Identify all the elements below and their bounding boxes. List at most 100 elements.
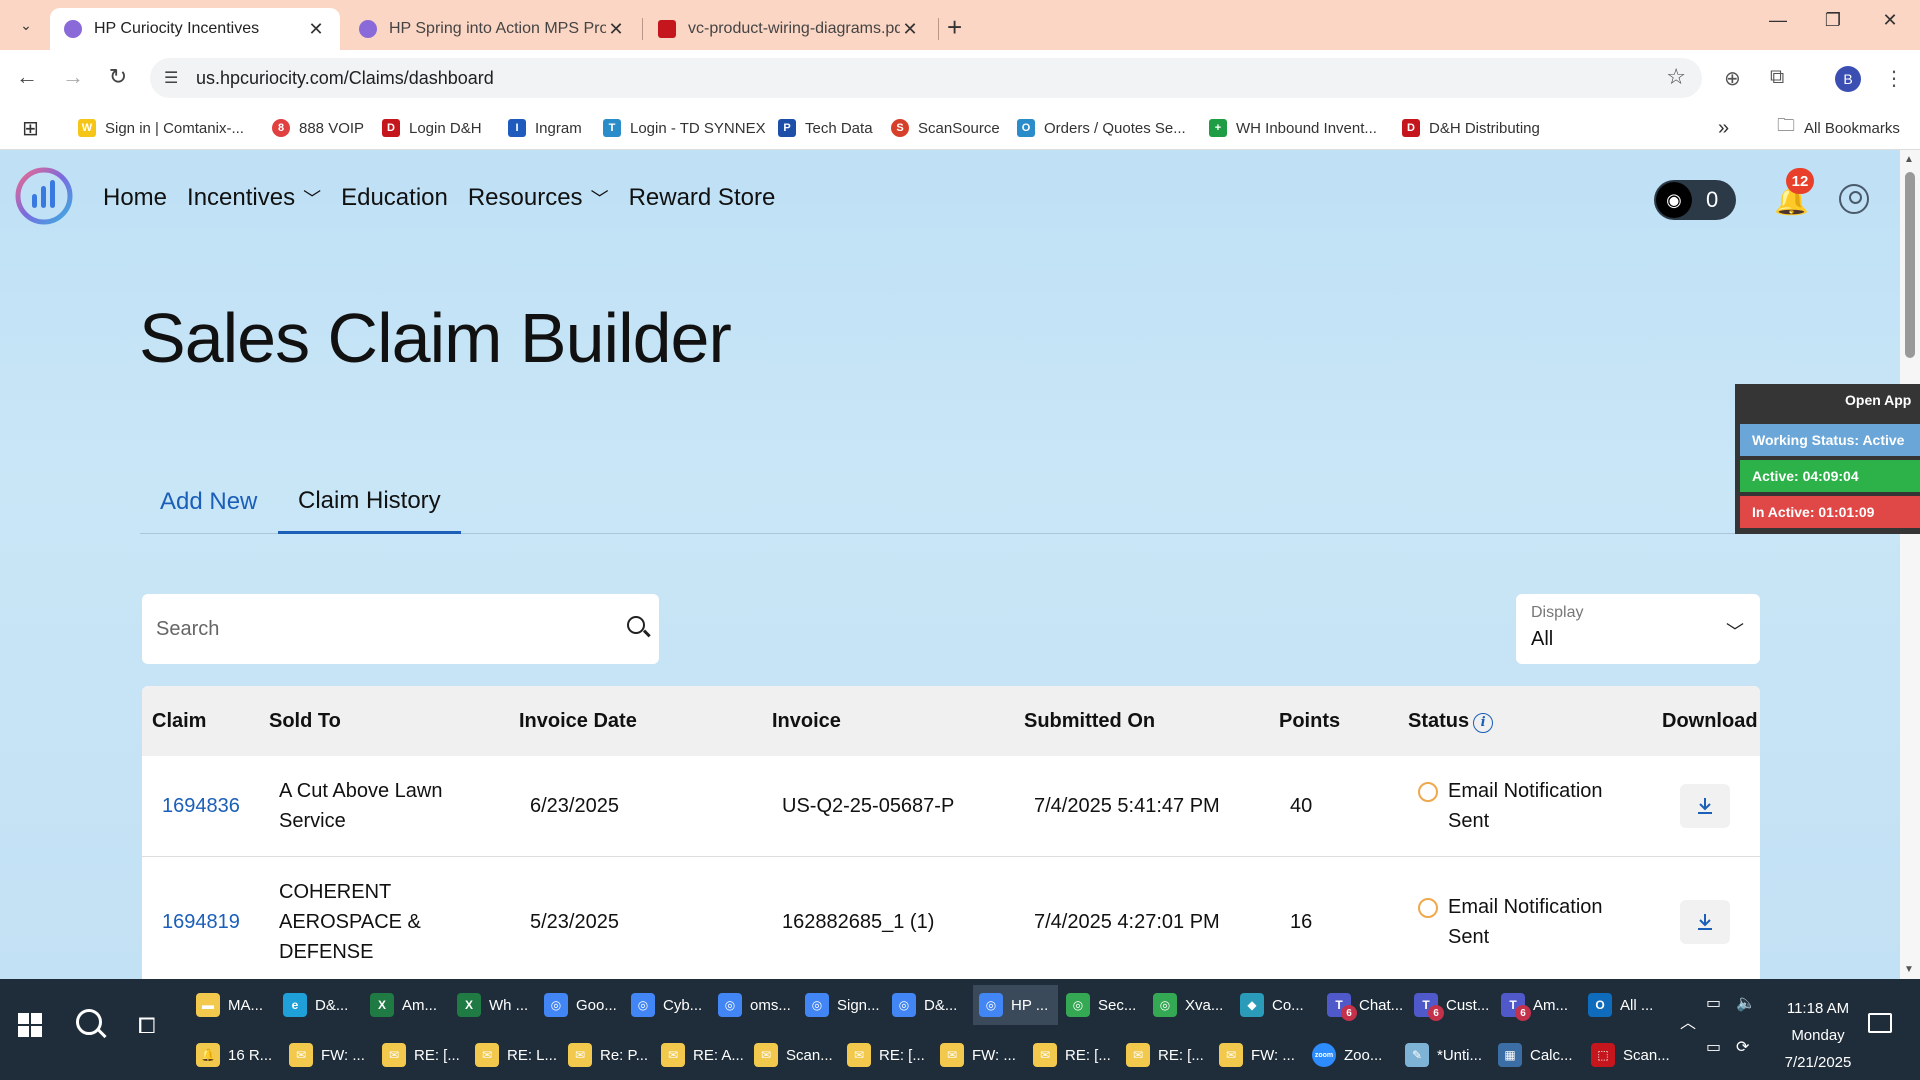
- system-clock[interactable]: 11:18 AM Monday 7/21/2025: [1776, 995, 1860, 1076]
- scroll-up-icon[interactable]: ▲: [1904, 154, 1914, 165]
- extensions-icon[interactable]: ⧉: [1770, 66, 1784, 89]
- restore-icon[interactable]: ❐: [1813, 10, 1853, 31]
- taskbar-app-button[interactable]: O All ...: [1582, 985, 1667, 1025]
- close-tab-icon[interactable]: ✕: [306, 19, 326, 40]
- site-info-icon[interactable]: ☰: [164, 68, 178, 88]
- battery-icon[interactable]: ▭: [1706, 993, 1721, 1013]
- menu-kebab-icon[interactable]: ⋮: [1884, 66, 1904, 91]
- browser-tab[interactable]: vc-product-wiring-diagrams.pd ✕: [644, 8, 934, 50]
- nav-home[interactable]: Home: [103, 184, 167, 212]
- taskbar-app-button[interactable]: ◎ Sign...: [799, 985, 884, 1025]
- browser-tab[interactable]: HP Spring into Action MPS Pro ✕: [345, 8, 640, 50]
- taskbar-app-button[interactable]: ✉ RE: [...: [376, 1035, 467, 1075]
- taskbar-app-button[interactable]: ✉ RE: [...: [1027, 1035, 1118, 1075]
- nav-resources[interactable]: Resources ﹀: [468, 184, 609, 212]
- taskbar-search-icon[interactable]: [76, 1009, 102, 1035]
- taskbar-app-button[interactable]: X Am...: [364, 985, 449, 1025]
- taskbar-app-button[interactable]: ◎ Sec...: [1060, 985, 1145, 1025]
- user-account-icon[interactable]: [1839, 184, 1869, 214]
- nav-education[interactable]: Education: [341, 184, 448, 212]
- tab-claim-history[interactable]: Claim History: [278, 470, 461, 534]
- taskbar-app-button[interactable]: ✉ RE: L...: [469, 1035, 560, 1075]
- bookmark-item[interactable]: I Ingram: [508, 116, 582, 140]
- points-balance[interactable]: ◉ 0: [1654, 180, 1736, 220]
- bookmark-item[interactable]: D Login D&H: [382, 116, 482, 140]
- sync-icon[interactable]: ⟳: [1736, 1037, 1749, 1057]
- taskbar-app-button[interactable]: ◎ HP ...: [973, 985, 1058, 1025]
- close-tab-icon[interactable]: ✕: [606, 19, 626, 40]
- bookmark-item[interactable]: + WH Inbound Invent...: [1209, 116, 1377, 140]
- network-icon[interactable]: ▭: [1706, 1037, 1721, 1057]
- taskbar-app-button[interactable]: 🔔 16 R...: [190, 1035, 281, 1075]
- taskbar-app-button[interactable]: ◎ Goo...: [538, 985, 623, 1025]
- taskbar-app-button[interactable]: ✉ RE: A...: [655, 1035, 746, 1075]
- taskbar-app-button[interactable]: ⬚ Scan...: [1585, 1035, 1676, 1075]
- url-text[interactable]: us.hpcuriocity.com/Claims/dashboard: [196, 68, 494, 89]
- taskbar-app-button[interactable]: X Wh ...: [451, 985, 536, 1025]
- bookmark-item[interactable]: S ScanSource: [891, 116, 1000, 140]
- taskbar-app-button[interactable]: ✉ FW: ...: [934, 1035, 1025, 1075]
- taskbar-app-button[interactable]: ◆ Co...: [1234, 985, 1319, 1025]
- taskbar-app-button[interactable]: ◎ Cyb...: [625, 985, 710, 1025]
- bookmark-item[interactable]: 8 888 VOIP: [272, 116, 364, 140]
- forward-icon[interactable]: →: [58, 64, 88, 90]
- download-button[interactable]: [1680, 900, 1730, 944]
- task-view-icon[interactable]: ⧠: [138, 1013, 156, 1039]
- taskbar-app-button[interactable]: ✎ *Unti...: [1399, 1035, 1490, 1075]
- info-icon[interactable]: i: [1473, 713, 1494, 733]
- bookmark-item[interactable]: D D&H Distributing: [1402, 116, 1540, 140]
- bookmark-item[interactable]: P Tech Data: [778, 116, 873, 140]
- taskbar-app-button[interactable]: ▬ MA...: [190, 985, 275, 1025]
- reload-icon[interactable]: ↻: [103, 64, 133, 90]
- volume-icon[interactable]: 🔈: [1736, 993, 1756, 1013]
- display-select[interactable]: Display All ﹀: [1516, 594, 1760, 664]
- close-tab-icon[interactable]: ✕: [900, 19, 920, 40]
- all-bookmarks-button[interactable]: 🗀 All Bookmarks: [1777, 115, 1900, 140]
- taskbar-app-button[interactable]: ▦ Calc...: [1492, 1035, 1583, 1075]
- download-button[interactable]: [1680, 784, 1730, 828]
- apps-grid-icon[interactable]: ⊞: [22, 116, 39, 140]
- windows-start-icon[interactable]: [18, 1013, 42, 1037]
- nav-reward-store[interactable]: Reward Store: [629, 184, 776, 212]
- taskbar-app-button[interactable]: e D&...: [277, 985, 362, 1025]
- taskbar-app-button[interactable]: ◎ oms...: [712, 985, 797, 1025]
- claim-link[interactable]: 1694819: [162, 907, 240, 937]
- action-center-icon[interactable]: [1868, 1013, 1892, 1033]
- open-app-button[interactable]: Open App: [1845, 392, 1911, 408]
- more-bookmarks-chevron-icon[interactable]: »: [1718, 116, 1729, 140]
- taskbar-app-button[interactable]: ◎ Xva...: [1147, 985, 1232, 1025]
- bookmark-star-icon[interactable]: ☆: [1666, 64, 1686, 90]
- taskbar-app-button[interactable]: ✉ RE: [...: [1120, 1035, 1211, 1075]
- taskbar-app-button[interactable]: T 6 Cust...: [1408, 985, 1493, 1025]
- bookmark-item[interactable]: O Orders / Quotes Se...: [1017, 116, 1186, 140]
- taskbar-app-button[interactable]: ✉ Scan...: [748, 1035, 839, 1075]
- scrollbar-thumb[interactable]: [1905, 172, 1915, 358]
- back-icon[interactable]: ←: [12, 64, 42, 90]
- minimize-icon[interactable]: —: [1758, 10, 1798, 31]
- window-close-icon[interactable]: ✕: [1870, 10, 1910, 31]
- taskbar-app-button[interactable]: ✉ FW: ...: [283, 1035, 374, 1075]
- nav-incentives[interactable]: Incentives ﹀: [187, 184, 321, 212]
- taskbar-app-button[interactable]: ◎ D&...: [886, 985, 971, 1025]
- taskbar-app-button[interactable]: ✉ Re: P...: [562, 1035, 653, 1075]
- taskbar-app-button[interactable]: ✉ RE: [...: [841, 1035, 932, 1075]
- taskbar-app-button[interactable]: T 6 Am...: [1495, 985, 1580, 1025]
- search-icon[interactable]: [627, 616, 645, 634]
- tab-search-chevron-icon[interactable]: ⌄: [12, 12, 40, 38]
- search-input[interactable]: [156, 614, 596, 644]
- claim-link[interactable]: 1694836: [162, 791, 240, 821]
- bookmark-item[interactable]: T Login - TD SYNNEX: [603, 116, 766, 140]
- tab-add-new[interactable]: Add New: [140, 470, 277, 534]
- translate-icon[interactable]: ⊕: [1724, 66, 1741, 91]
- taskbar-app-button[interactable]: zoom Zoo...: [1306, 1035, 1397, 1075]
- browser-tab-active[interactable]: HP Curiocity Incentives ✕: [50, 8, 340, 50]
- address-bar[interactable]: ☰ us.hpcuriocity.com/Claims/dashboard ☆: [150, 58, 1702, 98]
- profile-avatar[interactable]: B: [1835, 66, 1861, 92]
- scroll-down-icon[interactable]: ▼: [1904, 964, 1914, 975]
- taskbar-app-button[interactable]: ✉ FW: ...: [1213, 1035, 1304, 1075]
- taskbar-app-button[interactable]: T 6 Chat...: [1321, 985, 1406, 1025]
- curiocity-logo-icon[interactable]: [14, 166, 74, 226]
- new-tab-icon[interactable]: +: [947, 12, 962, 43]
- page-scrollbar[interactable]: ▲ ▼: [1900, 150, 1920, 979]
- show-hidden-icons-chevron-icon[interactable]: ︿: [1680, 1009, 1696, 1033]
